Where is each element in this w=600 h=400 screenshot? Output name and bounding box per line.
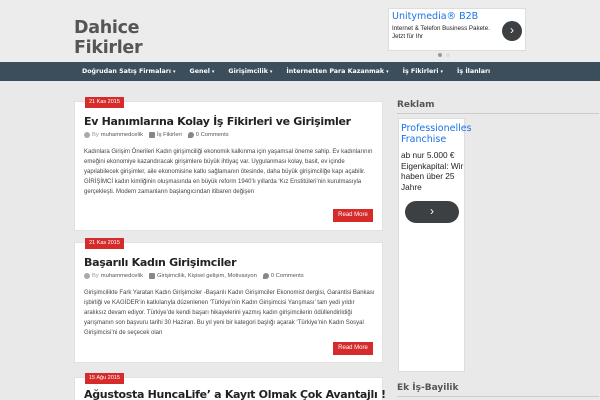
nav-item-is-fikirleri[interactable]: İş Fikirleri ▾ — [403, 62, 443, 81]
folder-icon — [148, 132, 155, 138]
sidebar-divider — [397, 396, 599, 397]
nav-item-internetten-para[interactable]: İnternetten Para Kazanmak ▾ — [286, 62, 388, 81]
nav-item-genel[interactable]: Genel ▾ — [190, 62, 215, 81]
post-comments[interactable]: 0 Comments — [271, 273, 304, 279]
site-header: Dahice Fikirler Unitymedia® B2B Internet… — [0, 0, 600, 62]
post-author[interactable]: muhammedcelik — [101, 273, 143, 279]
ad-carousel-dots[interactable] — [438, 44, 454, 62]
nav-item-label[interactable]: İş Fikirleri — [403, 68, 439, 75]
post-meta: By muhammedcelik İş Fikirleri 0 Comments — [84, 132, 229, 138]
nav-item-label[interactable]: İş İlanları — [457, 68, 490, 75]
by-label: By — [92, 273, 99, 279]
post-title[interactable]: Başarılı Kadın Girişimciler — [84, 256, 237, 269]
header-ad-title[interactable]: Unitymedia® B2B — [392, 11, 478, 22]
site-logo[interactable]: Dahice Fikirler — [74, 18, 143, 58]
post-date-badge: 15 Ağu 2015 — [85, 373, 124, 384]
caret-down-icon: ▾ — [173, 69, 176, 75]
sidebar-ad[interactable]: Professionelles Franchise ab nur 5.000 €… — [398, 118, 472, 372]
folder-icon — [148, 273, 155, 279]
read-more-button[interactable]: Read More — [333, 209, 373, 222]
post-card: 21 Kas 2015 Ev Hanımlarına Kolay İş Fiki… — [74, 97, 383, 231]
by-label: By — [92, 132, 99, 138]
post-category[interactable]: Girişimcilik, Kişisel gelişim, Motivasyo… — [157, 273, 257, 279]
nav-item-label[interactable]: Girişimcilik — [228, 68, 267, 75]
post-excerpt: Girişimcilikte Fark Yaratan Kadın Girişi… — [84, 290, 375, 337]
post-card: 15 Ağu 2015 Ağustosta HuncaLife’ a Kayıt… — [74, 373, 386, 400]
carousel-dot[interactable] — [446, 53, 450, 57]
caret-down-icon: ▾ — [386, 69, 389, 75]
comment-icon — [262, 273, 269, 279]
nav-item-girisimcilik[interactable]: Girişimcilik ▾ — [228, 62, 272, 81]
sidebar-reklam-title: Reklam — [397, 100, 435, 110]
post-card: 21 Kas 2015 Başarılı Kadın Girişimciler … — [74, 238, 383, 363]
sidebar-ad-text[interactable]: ab nur 5.000 € Eigenkapital: Wir haben ü… — [401, 150, 465, 192]
post-comments[interactable]: 0 Comments — [196, 132, 229, 138]
nav-item-label[interactable]: Doğrudan Satış Firmaları — [82, 68, 171, 75]
post-category[interactable]: İş Fikirleri — [157, 132, 182, 138]
chevron-right-icon[interactable]: › — [405, 201, 459, 223]
chevron-right-icon[interactable]: › — [502, 21, 522, 41]
post-title[interactable]: Ev Hanımlarına Kolay İş Fikirleri ve Gir… — [84, 115, 351, 128]
sidebar-ad-title[interactable]: Professionelles Franchise — [401, 123, 472, 145]
caret-down-icon: ▾ — [269, 69, 273, 75]
comment-icon — [187, 132, 194, 138]
sidebar-ek-is-title: Ek İş-Bayilik — [397, 383, 459, 393]
nav-item-is-ilanlari[interactable]: İş İlanları — [457, 62, 490, 81]
post-title[interactable]: Ağustosta HuncaLife’ a Kayıt Olmak Çok A… — [84, 388, 386, 400]
post-meta: By muhammedcelik Girişimcilik, Kişisel g… — [84, 273, 304, 279]
header-ad-banner[interactable]: Unitymedia® B2B Internet & Telefon Busin… — [388, 8, 526, 57]
site-title-line1[interactable]: Dahice — [74, 18, 142, 38]
read-more-button[interactable]: Read More — [333, 342, 373, 355]
header-ad-text[interactable]: Internet & Telefon Business Pakete. Jetz… — [392, 25, 492, 41]
nav-item-label[interactable]: Genel — [190, 68, 210, 75]
nav-item-dogrudan-satis[interactable]: Doğrudan Satış Firmaları ▾ — [82, 62, 176, 81]
main-nav: Doğrudan Satış Firmaları ▾ Genel ▾ Girişim… — [0, 62, 600, 81]
sidebar-divider — [397, 113, 599, 114]
post-date-badge: 21 Kas 2015 — [85, 97, 124, 108]
caret-down-icon: ▾ — [211, 69, 215, 75]
post-author[interactable]: muhammedcelik — [101, 132, 143, 138]
user-icon — [84, 273, 90, 279]
carousel-dot-active[interactable] — [438, 53, 442, 57]
user-icon — [84, 132, 90, 138]
nav-item-label[interactable]: İnternetten Para Kazanmak — [286, 68, 384, 75]
post-excerpt: Kadınlara Girişim Önerileri Kadın girişi… — [84, 149, 373, 196]
post-date-badge: 21 Kas 2015 — [85, 238, 124, 249]
site-title-line2[interactable]: Fikirler — [74, 38, 143, 58]
caret-down-icon: ▾ — [440, 69, 444, 75]
